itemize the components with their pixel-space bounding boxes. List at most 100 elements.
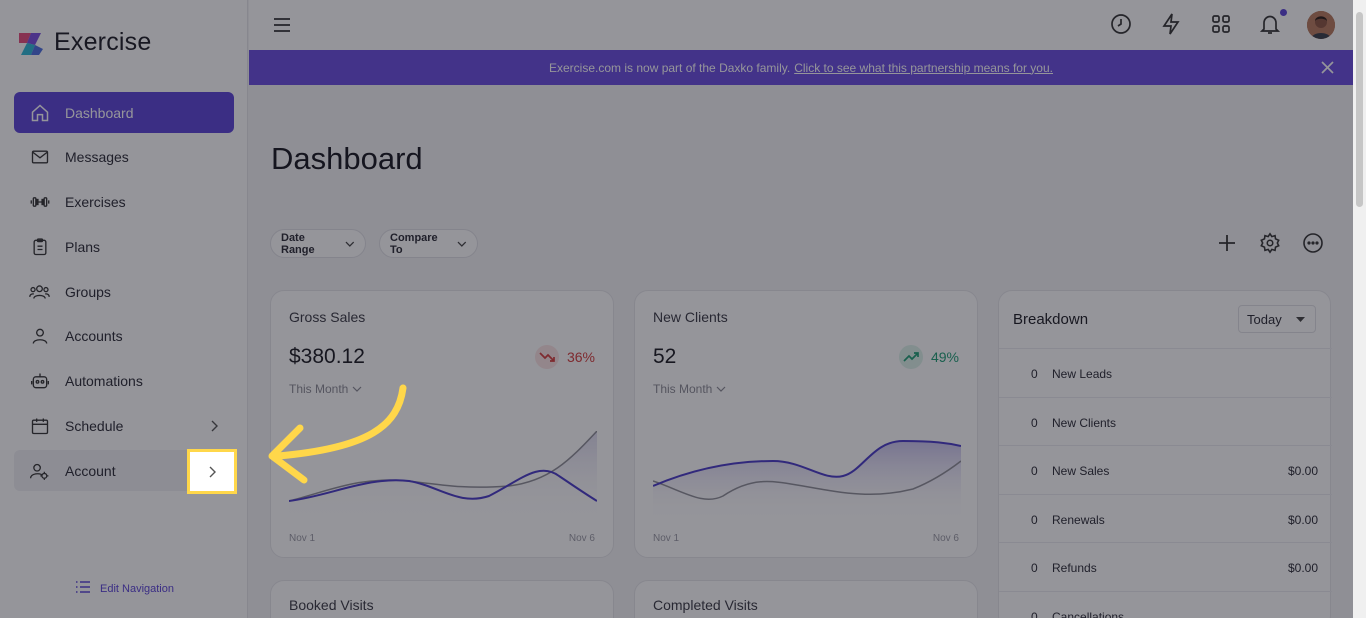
chevron-down-icon: [345, 241, 355, 247]
scrollbar-thumb[interactable]: [1356, 12, 1363, 207]
trend-up-icon: [898, 345, 923, 369]
breakdown-row[interactable]: 0 New Leads: [999, 348, 1332, 397]
period-label: This Month: [289, 382, 349, 396]
user-icon: [29, 326, 50, 347]
chevron-right-icon: [209, 466, 216, 477]
app-name: Exercise: [54, 28, 152, 56]
edit-navigation-link[interactable]: Edit Navigation: [75, 580, 174, 597]
hamburger-menu-icon[interactable]: [272, 15, 292, 35]
announcement-banner: Exercise.com is now part of the Daxko fa…: [249, 50, 1353, 85]
breakdown-row[interactable]: 0 Cancellations: [999, 590, 1332, 618]
card-title: Booked Visits: [289, 597, 374, 613]
trend-indicator: 36%: [534, 345, 595, 369]
sidebar-item-automations[interactable]: Automations: [14, 361, 234, 402]
page-title: Dashboard: [271, 141, 423, 176]
trend-value: 36%: [566, 349, 595, 365]
breakdown-panel: Breakdown Today 0 New Leads 0 New Client…: [998, 290, 1332, 618]
sidebar-item-label: Messages: [65, 149, 129, 166]
gear-icon[interactable]: [1259, 232, 1281, 254]
trend-down-icon: [534, 345, 559, 369]
sidebar-item-schedule[interactable]: Schedule: [14, 406, 234, 447]
x-axis-end-label: Nov 6: [932, 533, 959, 544]
date-range-label: Date Range: [281, 231, 315, 256]
trend-value: 49%: [930, 349, 959, 365]
banner-link[interactable]: Click to see what this partnership means…: [794, 61, 1053, 75]
clock-icon[interactable]: [1109, 12, 1133, 36]
sidebar-item-accounts[interactable]: Accounts: [14, 316, 234, 357]
sidebar-item-messages[interactable]: Messages: [14, 137, 234, 178]
page-scrollbar[interactable]: [1353, 0, 1366, 618]
breakdown-row[interactable]: 0 New Sales $0.00: [999, 445, 1332, 494]
card-value: $380.12: [289, 345, 365, 368]
lightning-icon[interactable]: [1159, 12, 1183, 36]
notification-dot: [1280, 9, 1287, 16]
trend-indicator: 49%: [898, 345, 959, 369]
x-axis-end-label: Nov 6: [568, 533, 595, 544]
sidebar-item-groups[interactable]: Groups: [14, 271, 234, 312]
mail-icon: [29, 147, 50, 168]
sidebar-item-exercises[interactable]: Exercises: [14, 182, 234, 223]
period-label: This Month: [653, 382, 713, 396]
row-amount: $0.00: [1287, 512, 1318, 527]
card-title: Gross Sales: [289, 309, 366, 325]
top-bar: [249, 0, 1366, 50]
sidebar-item-dashboard[interactable]: Dashboard: [14, 92, 234, 133]
avatar[interactable]: [1307, 11, 1335, 39]
row-label: Refunds: [1052, 561, 1097, 575]
sidebar-item-plans[interactable]: Plans: [14, 226, 234, 267]
row-amount: $0.00: [1287, 464, 1318, 478]
new-clients-card[interactable]: New Clients 52 49% This Month Nov 1 Nov …: [634, 290, 978, 558]
breakdown-title: Breakdown: [1013, 311, 1089, 328]
row-count: 0: [1031, 512, 1038, 527]
banner-text: Exercise.com is now part of the Daxko fa…: [549, 60, 791, 75]
more-options-icon[interactable]: [1302, 232, 1324, 254]
calendar-icon: [29, 416, 50, 437]
period-selector[interactable]: This Month: [653, 382, 726, 396]
row-count: 0: [1031, 415, 1038, 430]
edit-navigation-label: Edit Navigation: [100, 582, 174, 595]
row-count: 0: [1031, 609, 1038, 618]
gross-sales-card[interactable]: Gross Sales $380.12 36% This Month Nov 1…: [270, 290, 614, 558]
booked-visits-card[interactable]: Booked Visits: [270, 580, 614, 618]
row-count: 0: [1031, 367, 1038, 381]
app-logo[interactable]: Exercise: [17, 28, 151, 57]
x-axis-start-label: Nov 1: [289, 533, 316, 544]
card-title: New Clients: [653, 309, 728, 325]
chevron-down-icon: [457, 241, 467, 247]
close-icon[interactable]: [1320, 60, 1335, 75]
breakdown-row[interactable]: 0 New Clients: [999, 396, 1332, 446]
sidebar-item-label: Plans: [65, 238, 101, 255]
chevron-right-icon[interactable]: [206, 418, 222, 434]
compare-to-filter[interactable]: Compare To: [379, 229, 478, 258]
breakdown-period-select[interactable]: Today: [1238, 305, 1316, 333]
sidebar-item-label: Dashboard: [65, 104, 134, 121]
sidebar-item-label: Account: [65, 462, 116, 479]
home-icon: [29, 102, 50, 123]
row-label: New Leads: [1052, 367, 1113, 381]
bell-icon[interactable]: [1258, 12, 1282, 36]
card-title: Completed Visits: [653, 597, 758, 613]
row-label: New Clients: [1052, 415, 1117, 430]
users-icon: [29, 281, 50, 302]
robot-icon: [29, 371, 50, 392]
row-label: Renewals: [1052, 512, 1105, 527]
clipboard-icon: [29, 236, 50, 257]
sidebar: Exercise Dashboard Messages Exercises Pl…: [0, 0, 248, 618]
sidebar-item-label: Exercises: [65, 194, 126, 211]
breakdown-row[interactable]: 0 Refunds $0.00: [999, 542, 1332, 591]
account-expand-button[interactable]: [187, 449, 237, 494]
breakdown-row[interactable]: 0 Renewals $0.00: [999, 493, 1332, 543]
x-axis-start-label: Nov 1: [653, 533, 680, 544]
sidebar-item-label: Groups: [65, 283, 111, 300]
apps-grid-icon[interactable]: [1209, 12, 1233, 36]
period-selector[interactable]: This Month: [289, 382, 362, 396]
completed-visits-card[interactable]: Completed Visits: [634, 580, 978, 618]
row-label: Cancellations: [1052, 609, 1125, 618]
list-icon: [75, 580, 91, 597]
date-range-filter[interactable]: Date Range: [270, 229, 366, 258]
card-value: 52: [653, 345, 677, 368]
sidebar-item-label: Schedule: [65, 418, 124, 435]
add-icon[interactable]: [1216, 232, 1238, 254]
chevron-down-icon: [716, 386, 726, 392]
compare-to-label: Compare To: [390, 231, 438, 256]
